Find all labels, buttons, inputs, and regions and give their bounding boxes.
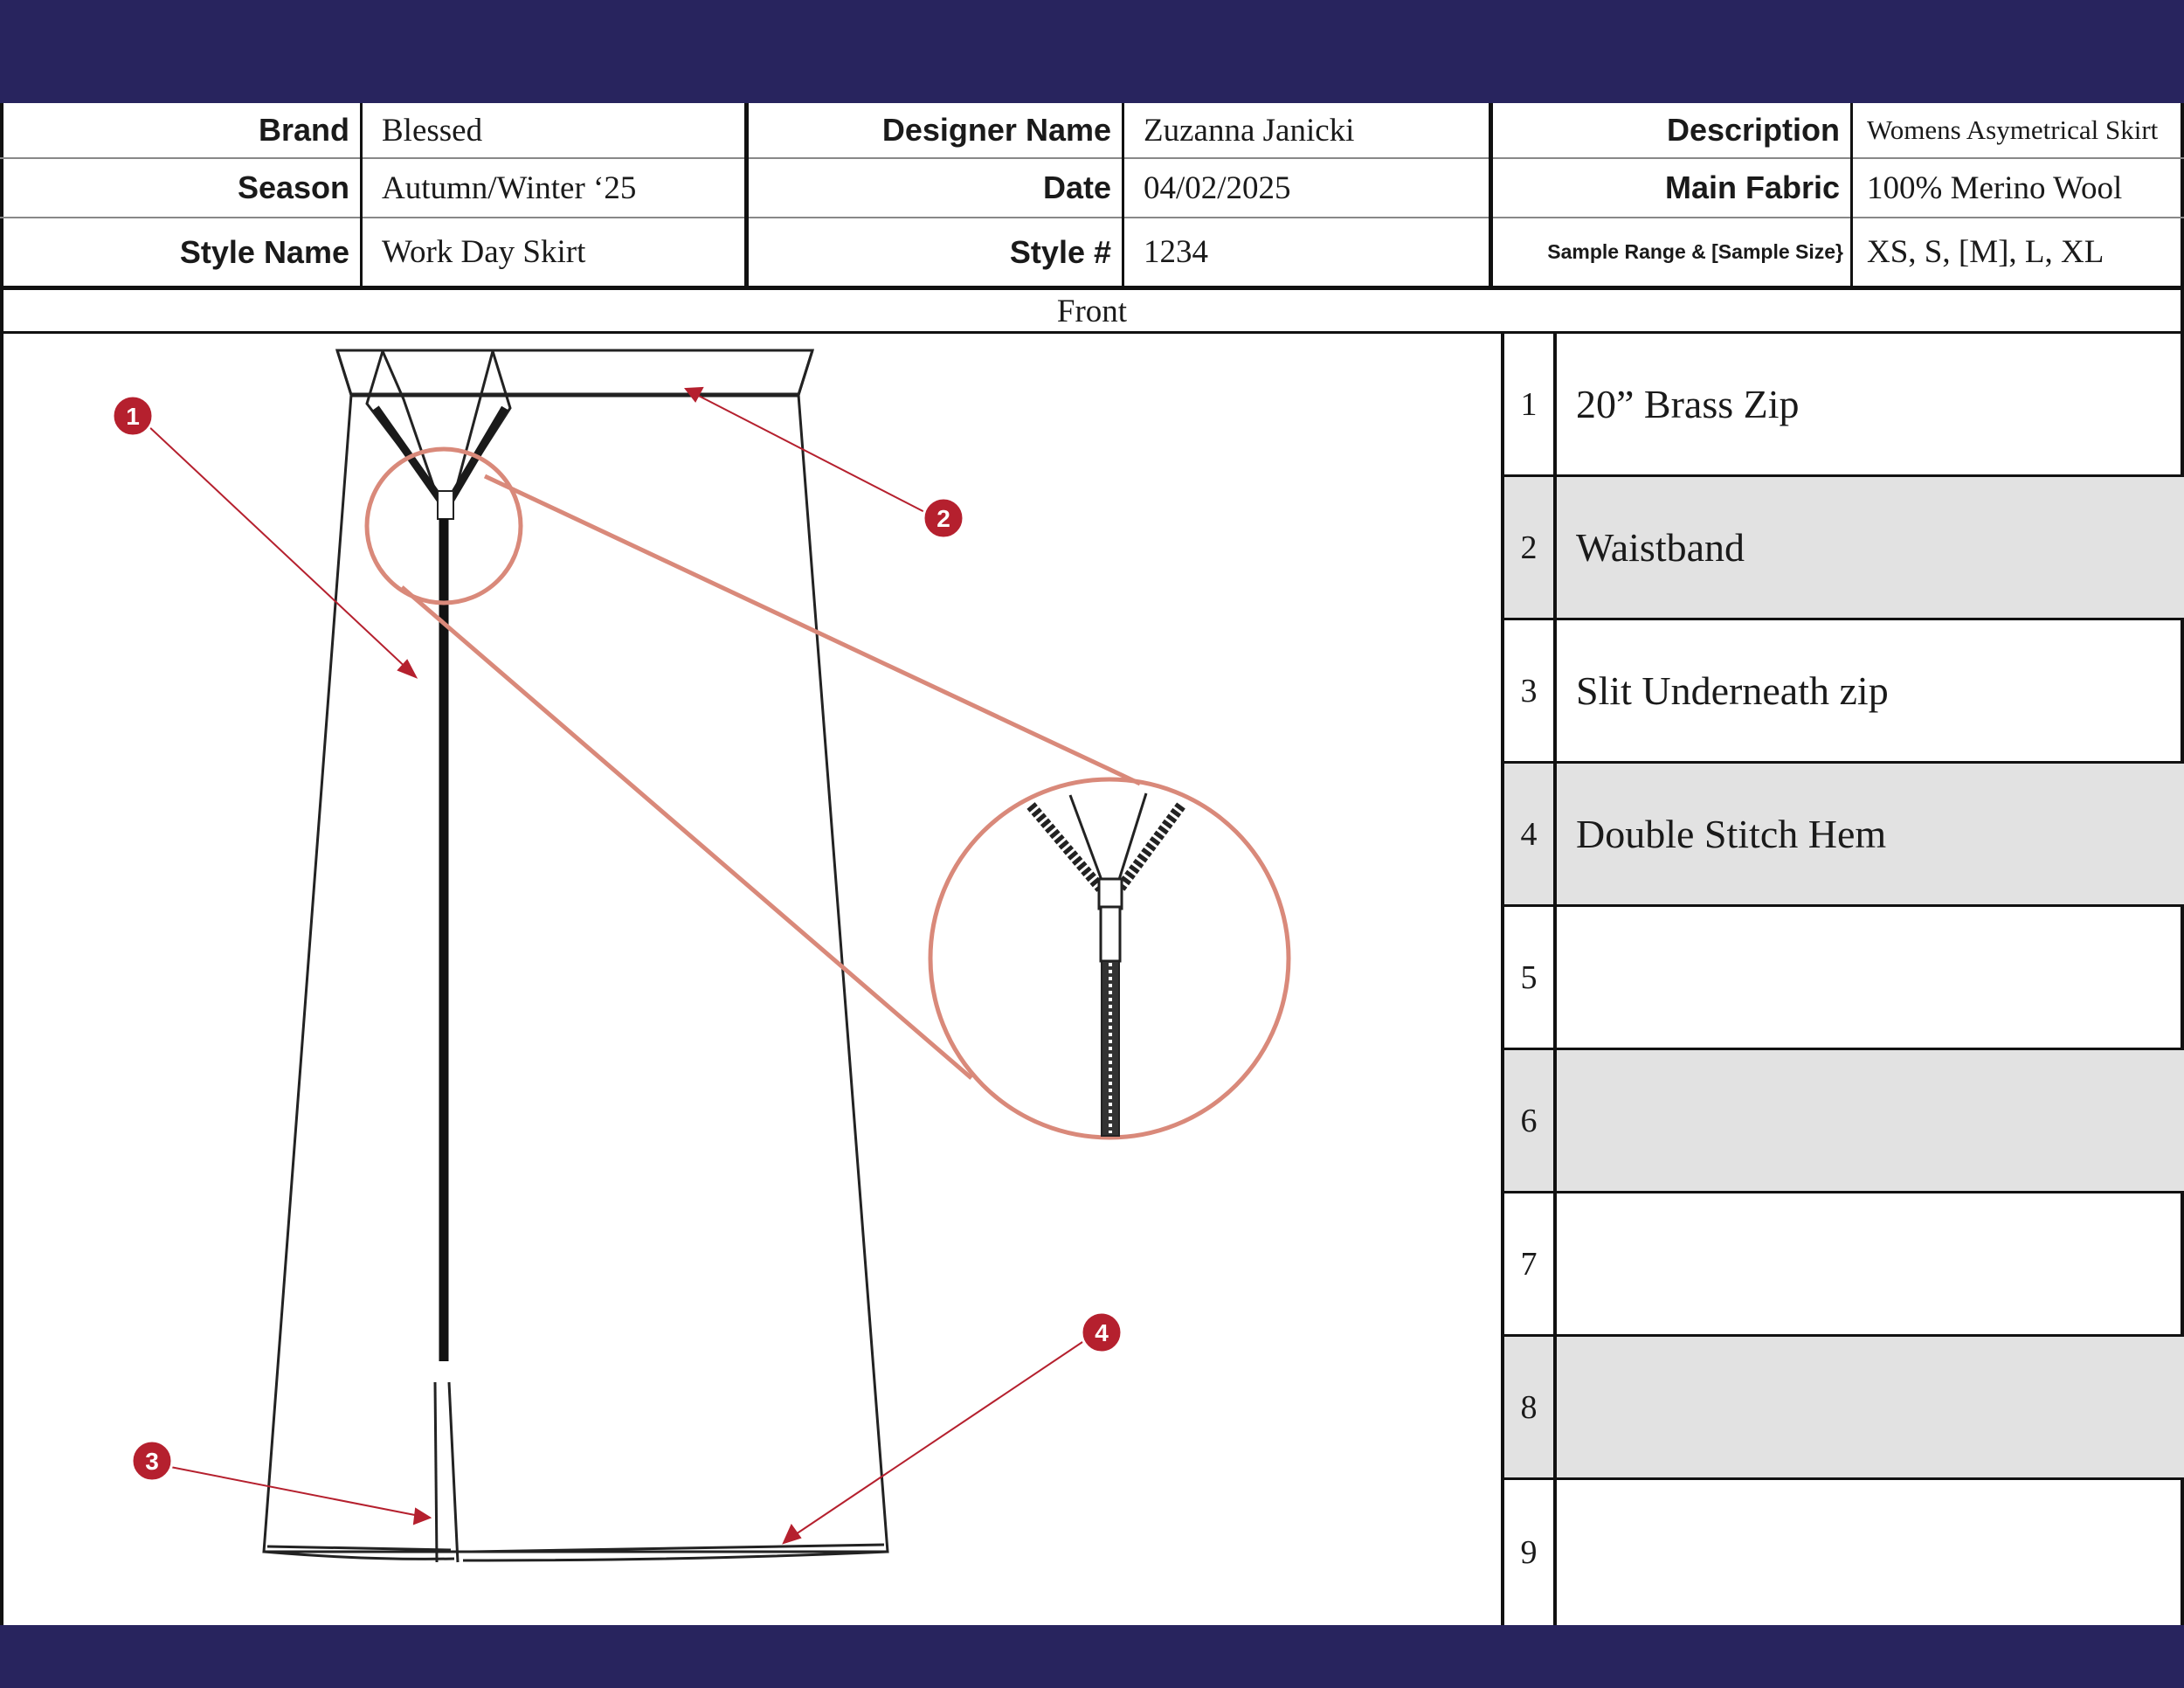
view-label: Front	[0, 290, 2184, 334]
legend-text: Slit Underneath zip	[1576, 668, 1889, 713]
legend-number: 8	[1504, 1337, 1557, 1477]
legend-row-6: 6	[1504, 1050, 2184, 1193]
style-name-label: Style Name	[179, 233, 349, 270]
description-value: Womens Asymetrical Skirt	[1867, 114, 2159, 145]
designer-label: Designer Name	[881, 112, 1111, 148]
legend-text	[1557, 1337, 2184, 1477]
legend-text: Waistband	[1576, 525, 1745, 570]
legend-row-5: 5	[1504, 907, 2184, 1050]
zip	[372, 405, 508, 1361]
legend-row-7: 7	[1504, 1193, 2184, 1337]
legend-text: Double Stitch Hem	[1576, 812, 1887, 856]
svg-text:2: 2	[936, 505, 950, 532]
skirt-outline	[262, 349, 889, 1563]
callout-leaders	[146, 386, 1091, 1545]
style-number-label: Style #	[1009, 233, 1111, 270]
callout-marker-4: 4	[1080, 1311, 1123, 1354]
brand-value: Blessed	[382, 112, 483, 149]
style-number-value: 1234	[1144, 234, 1208, 270]
legend-row-3: 3 Slit Underneath zip	[1504, 620, 2184, 764]
date-value: 04/02/2025	[1144, 169, 1291, 206]
svg-text:1: 1	[126, 403, 140, 430]
zip-detail	[1026, 792, 1185, 1137]
fabric-label: Main Fabric	[1664, 169, 1840, 205]
callout-marker-3: 3	[130, 1439, 174, 1483]
svg-text:3: 3	[145, 1448, 159, 1475]
legend-number: 4	[1504, 764, 1557, 904]
legend-number: 1	[1504, 334, 1557, 474]
callout-marker-1: 1	[111, 394, 155, 438]
legend-row-4: 4 Double Stitch Hem	[1504, 764, 2184, 907]
skirt-flat-drawing: 1 2 3 4	[111, 349, 1291, 1563]
legend-row-8: 8	[1504, 1337, 2184, 1480]
fabric-value: 100% Merino Wool	[1867, 169, 2123, 206]
callout-legend: 1 20” Brass Zip 2 Waistband 3 Slit Under…	[1501, 334, 2184, 1625]
legend-text	[1557, 1193, 2184, 1334]
date-label: Date	[1042, 169, 1111, 205]
legend-number: 7	[1504, 1193, 1557, 1334]
description-label: Description	[1666, 112, 1840, 148]
brand-label: Brand	[258, 112, 349, 148]
svg-text:4: 4	[1095, 1319, 1109, 1346]
season-label: Season	[237, 169, 349, 205]
legend-number: 3	[1504, 620, 1557, 761]
season-value: Autumn/Winter ‘25	[382, 169, 637, 206]
legend-text	[1557, 1480, 2184, 1625]
legend-row-1: 1 20” Brass Zip	[1504, 334, 2184, 477]
legend-number: 6	[1504, 1050, 1557, 1191]
callout-marker-2: 2	[922, 496, 965, 540]
legend-text: 20” Brass Zip	[1576, 382, 1800, 426]
legend-row-2: 2 Waistband	[1504, 477, 2184, 620]
legend-text	[1557, 1050, 2184, 1191]
legend-number: 5	[1504, 907, 1557, 1048]
spec-info-table: Brand Blessed Designer Name Zuzanna Jani…	[0, 103, 2184, 290]
magnifier-callout	[364, 446, 1291, 1140]
style-name-value: Work Day Skirt	[382, 234, 586, 270]
designer-value: Zuzanna Janicki	[1144, 112, 1355, 149]
legend-number: 2	[1504, 477, 1557, 618]
sample-range-value: XS, S, [M], L, XL	[1867, 234, 2105, 270]
legend-number: 9	[1504, 1480, 1557, 1625]
legend-text	[1557, 907, 2184, 1048]
bottom-band	[0, 1625, 2184, 1688]
top-band	[0, 0, 2184, 103]
legend-row-9: 9	[1504, 1480, 2184, 1625]
sample-range-label: Sample Range & [Sample Size}	[1547, 240, 1843, 263]
